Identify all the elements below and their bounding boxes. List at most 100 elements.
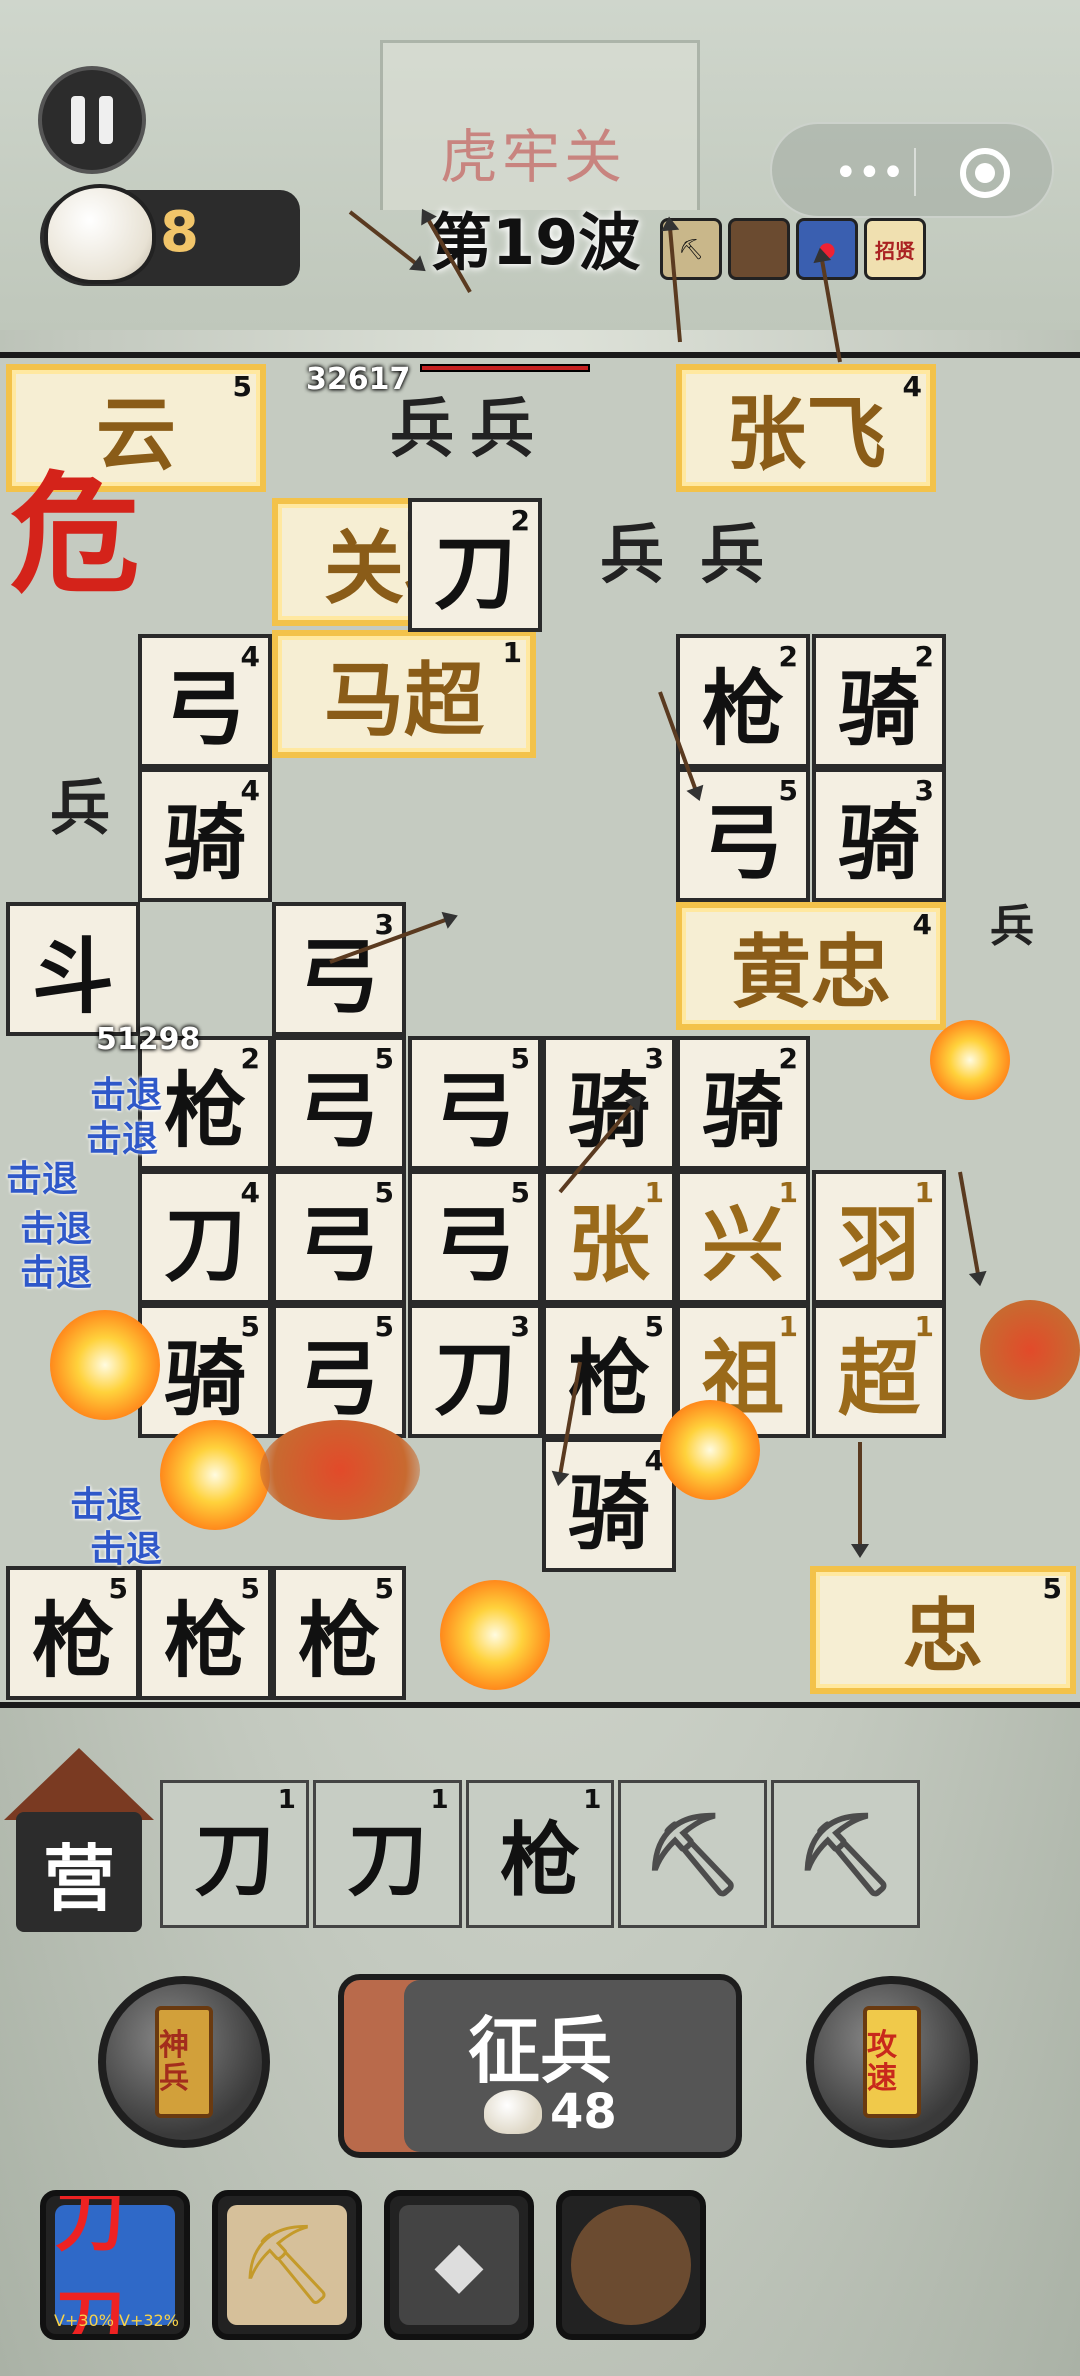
unit-level: 2 — [240, 1042, 260, 1075]
enemy-soldier: 兵 — [990, 901, 1034, 952]
wave-title: 第19波 — [430, 206, 641, 279]
hero-card[interactable]: 马超 1 — [272, 630, 536, 758]
recruit-label: 征兵 — [467, 2008, 612, 2093]
enemy-hp-number: 51298 — [96, 1022, 201, 1057]
hero-card[interactable]: 张飞 4 — [676, 364, 936, 492]
unit-cell[interactable]: 弓4 — [138, 634, 272, 768]
fireball-effect — [440, 1580, 550, 1690]
enemy-hp-bar — [420, 364, 590, 372]
unit-level: 3 — [510, 1310, 530, 1343]
bullets-skill[interactable]: ◆ — [384, 2190, 534, 2340]
camp-button[interactable]: 营 — [4, 1748, 154, 1948]
divine-weapon-button[interactable]: 神兵 — [98, 1976, 270, 2148]
unit-glyph: 弓 — [701, 794, 784, 891]
unit-level: 2 — [510, 504, 530, 537]
unit-glyph: 枪 — [31, 1592, 114, 1689]
golden-shovel-skill[interactable]: ⛏ — [212, 2190, 362, 2340]
unit-cell[interactable]: 兴1 — [676, 1170, 810, 1304]
unit-cell[interactable]: 刀3 — [408, 1304, 542, 1438]
more-icon[interactable]: ••• — [834, 150, 905, 196]
unit-cell[interactable]: 枪2 — [676, 634, 810, 768]
unit-level: 5 — [644, 1310, 664, 1343]
explosion-effect — [980, 1300, 1080, 1400]
unit-glyph: 刀 — [433, 524, 516, 621]
unit-level: 5 — [240, 1310, 260, 1343]
hero-card[interactable]: 忠5 — [810, 1566, 1076, 1694]
unit-glyph: 枪 — [499, 1813, 580, 1907]
unit-level: 5 — [510, 1176, 530, 1209]
unit-cell[interactable]: 枪5 — [138, 1566, 272, 1700]
stone-icon — [571, 2205, 691, 2325]
unit-cell[interactable]: 骑4 — [138, 768, 272, 902]
close-target-icon[interactable] — [960, 148, 1010, 198]
unit-glyph: 骑 — [701, 1062, 784, 1159]
unit-level: 1 — [277, 1785, 296, 1815]
bench-shovel-slot[interactable]: ⛏ — [618, 1780, 768, 1928]
unit-glyph: 刀 — [347, 1813, 428, 1907]
top-tool-icons: ⛏ ● 招贤 — [660, 218, 926, 280]
unit-cell[interactable]: 弓5 — [272, 1304, 406, 1438]
recruit-tag-icon[interactable]: 招贤 — [864, 218, 926, 280]
unit-level: 4 — [240, 774, 260, 807]
mini-program-capsule[interactable]: ••• — [770, 122, 1054, 218]
unit-level: 5 — [240, 1572, 260, 1605]
unit-cell[interactable]: 弓5 — [408, 1170, 542, 1304]
unit-cell[interactable]: 刀2 — [408, 498, 542, 632]
unit-level: 3 — [914, 774, 934, 807]
gate-title: 虎牢关 — [440, 123, 627, 191]
unit-cell[interactable]: 羽1 — [812, 1170, 946, 1304]
unit-cell[interactable]: 弓5 — [272, 1170, 406, 1304]
unit-cell[interactable]: 枪5 — [272, 1566, 406, 1700]
pause-button[interactable] — [38, 66, 146, 174]
unit-level: 5 — [108, 1572, 128, 1605]
arrow-projectile — [858, 1442, 862, 1552]
unit-level: 1 — [914, 1310, 934, 1343]
fireball-effect — [660, 1400, 760, 1500]
unit-glyph: 枪 — [297, 1592, 380, 1689]
unit-level: 3 — [644, 1042, 664, 1075]
unit-cell[interactable]: 超1 — [812, 1304, 946, 1438]
unit-level: 1 — [778, 1176, 798, 1209]
shovel-icon: ⛏ — [794, 1806, 897, 1901]
hero-name: 黄忠 — [731, 925, 891, 1019]
bench-unit-slot[interactable]: 刀1 — [160, 1780, 309, 1928]
hero-card[interactable]: 黄忠 4 — [676, 902, 946, 1030]
bench-unit-slot[interactable]: 枪1 — [465, 1780, 615, 1928]
unit-cell[interactable]: 弓3 — [272, 902, 406, 1036]
recruit-cost: 48 — [484, 2084, 617, 2140]
unit-cell[interactable]: 骑2 — [676, 1036, 810, 1170]
bench-unit-slot[interactable]: 刀1 — [312, 1780, 462, 1928]
unit-level: 1 — [430, 1785, 449, 1815]
pause-icon — [71, 96, 85, 144]
unit-cell[interactable]: 弓5 — [272, 1036, 406, 1170]
enemy-soldier: 兵 — [390, 392, 454, 467]
unit-glyph: 弓 — [433, 1062, 516, 1159]
unit-cell[interactable]: 骑3 — [812, 768, 946, 902]
hero-name: 张飞 — [726, 387, 886, 481]
unit-cell[interactable]: 骑3 — [542, 1036, 676, 1170]
bench-shovel-slot[interactable]: ⛏ — [771, 1780, 920, 1928]
unit-cell[interactable]: 弓5 — [408, 1036, 542, 1170]
attack-speed-button[interactable]: 攻速 — [806, 1976, 978, 2148]
unit-cell[interactable]: 骑2 — [812, 634, 946, 768]
recruit-button[interactable]: 征兵 48 — [338, 1974, 742, 2158]
unit-level: 5 — [374, 1042, 394, 1075]
attack-speed-scroll: 攻速 — [863, 2006, 921, 2118]
unit-cell[interactable]: 刀4 — [138, 1170, 272, 1304]
knockback-text: 击退 — [86, 1119, 159, 1160]
rock-icon[interactable] — [728, 218, 790, 280]
fireball-effect — [160, 1420, 270, 1530]
unit-level: 2 — [778, 640, 798, 673]
unit-level: 1 — [914, 1176, 934, 1209]
unit-level: 5 — [374, 1310, 394, 1343]
unit-glyph: 枪 — [163, 1062, 246, 1159]
unit-cell[interactable]: 枪5 — [542, 1304, 676, 1438]
unit-cell[interactable]: 枪5 — [6, 1566, 140, 1700]
reserve-bench[interactable]: 刀 1 刀 1 枪 1 ⛏ ⛏ — [160, 1780, 920, 1930]
unit-glyph: 斗 — [31, 928, 114, 1025]
stone-skill[interactable] — [556, 2190, 706, 2340]
unit-glyph: 弓 — [163, 660, 246, 757]
double-blade-skill[interactable]: 刀刀 V+30% V+32% — [40, 2190, 190, 2340]
unit-cell[interactable]: 斗 — [6, 902, 140, 1036]
explosion-effect — [260, 1420, 420, 1520]
